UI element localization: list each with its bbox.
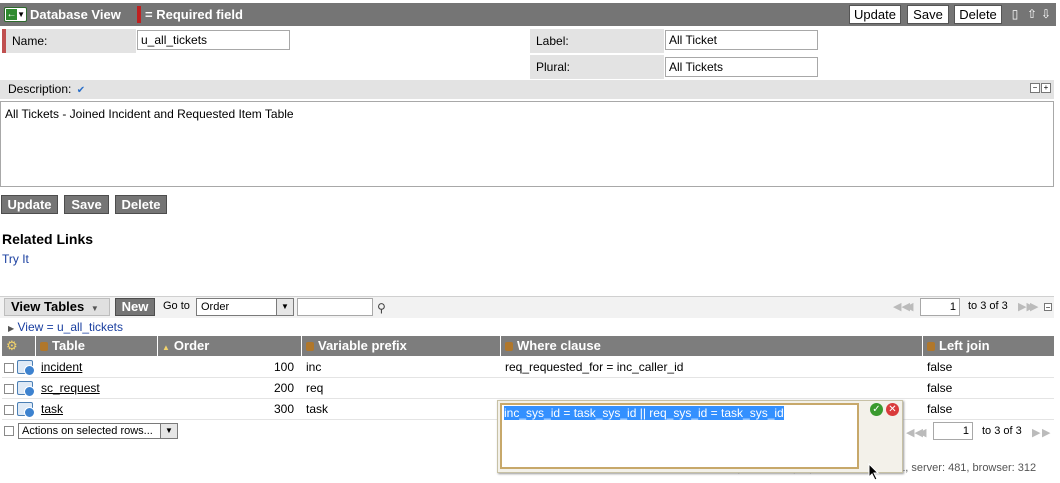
collapse-list-icon[interactable]: − (1044, 303, 1052, 312)
required-marker (137, 6, 141, 23)
label-field[interactable]: All Ticket (665, 30, 818, 50)
delete-button-top[interactable]: Delete (954, 5, 1002, 24)
row-prefix[interactable]: req (302, 378, 498, 399)
column-menu-icon (927, 342, 935, 352)
column-menu-icon (40, 342, 48, 352)
row-table-link[interactable]: sc_request (37, 378, 157, 399)
column-table[interactable]: Table (35, 336, 157, 356)
row-where-clause[interactable] (501, 378, 921, 399)
table-row: incident 100 inc req_requested_for = inc… (2, 357, 1054, 378)
save-button-top[interactable]: Save (907, 5, 949, 24)
column-where-clause[interactable]: Where clause (500, 336, 922, 356)
row-checkbox[interactable] (4, 363, 14, 373)
prev-page-icon[interactable]: ◀ (918, 426, 926, 439)
required-legend: = Required field (145, 7, 243, 22)
row-table-link[interactable]: incident (37, 357, 157, 378)
column-label: Left join (939, 338, 990, 353)
check-icon[interactable]: ✓ (870, 403, 883, 416)
row-order[interactable]: 200 (157, 378, 298, 399)
tab-label: View Tables (11, 299, 85, 314)
page-input[interactable]: 1 (920, 298, 960, 316)
plural-label: Plural: (530, 55, 664, 79)
tab-view-tables[interactable]: View Tables ▼ (4, 298, 110, 316)
breadcrumb-text: View = u_all_tickets (17, 320, 124, 334)
row-prefix[interactable]: task (302, 399, 498, 420)
row-checkbox[interactable] (4, 384, 14, 394)
up-arrow-icon[interactable]: ⇧ (1027, 7, 1037, 21)
delete-button[interactable]: Delete (115, 195, 167, 214)
row-checkbox[interactable] (4, 405, 14, 415)
update-button[interactable]: Update (1, 195, 58, 214)
row-prefix[interactable]: inc (302, 357, 498, 378)
goto-label: Go to (163, 300, 190, 312)
breadcrumb-arrow-icon: ▶ (8, 324, 15, 333)
goto-search-input[interactable] (297, 298, 373, 316)
page-total: to 3 of 3 (968, 300, 1008, 312)
actions-select[interactable]: Actions on selected rows... ▼ (18, 423, 178, 439)
table-header: ⚙ Table ▲ Order Variable prefix Where cla… (2, 336, 1054, 356)
name-field[interactable]: u_all_tickets (137, 30, 290, 50)
label-label: Label: (530, 29, 664, 53)
chevron-down-icon[interactable]: ▼ (160, 424, 177, 438)
collapse-icon[interactable]: − (1030, 83, 1040, 93)
record-info-icon[interactable] (17, 402, 35, 418)
row-order[interactable]: 300 (157, 399, 298, 420)
column-menu-icon (306, 342, 314, 352)
row-left-join[interactable]: false (923, 378, 1053, 399)
name-label: Name: (6, 29, 136, 53)
column-menu-icon (505, 342, 513, 352)
new-button[interactable]: New (115, 298, 155, 316)
record-info-icon[interactable] (17, 381, 35, 397)
goto-field-select[interactable]: Order ▼ (196, 298, 294, 316)
try-it-link[interactable]: Try It (2, 252, 29, 266)
where-clause-editor[interactable]: inc_sys_id = task_sys_id || req_sys_id =… (500, 403, 859, 469)
page-title: Database View (30, 7, 121, 22)
row-table-link[interactable]: task (37, 399, 157, 420)
column-label: Where clause (517, 338, 601, 353)
bottom-page-input[interactable]: 1 (933, 422, 973, 440)
last-page-icon[interactable]: ▶ (1042, 426, 1050, 439)
search-icon[interactable]: ⚲ (377, 301, 386, 315)
update-button-top[interactable]: Update (849, 5, 901, 24)
down-arrow-icon[interactable]: ⇩ (1041, 7, 1051, 21)
column-label: Table (52, 338, 85, 353)
mouse-cursor-icon (868, 463, 880, 481)
row-left-join[interactable]: false (923, 357, 1053, 378)
column-left-join[interactable]: Left join (922, 336, 1054, 356)
back-arrow-icon[interactable]: ← ▼ (4, 7, 27, 22)
chevron-down-icon[interactable]: ▼ (276, 299, 293, 315)
spell-check-icon[interactable]: ✔ (77, 85, 85, 96)
next-page-icon[interactable]: ▶ (1032, 426, 1040, 439)
row-order[interactable]: 100 (157, 357, 298, 378)
prev-page-icon[interactable]: ◀ (905, 300, 913, 313)
sort-ascending-icon: ▲ (162, 343, 170, 352)
form-header: ← ▼ Database View = Required field Update… (0, 3, 1056, 26)
breadcrumb[interactable]: ▶ View = u_all_tickets (8, 320, 123, 334)
description-bar: Description: ✔ − + (0, 80, 1054, 99)
settings-gear-icon[interactable]: ⚙ (2, 336, 35, 356)
expand-icon[interactable]: + (1041, 83, 1051, 93)
record-info-icon[interactable] (17, 360, 35, 376)
description-label: Description: (8, 82, 72, 96)
attachment-icon[interactable]: ▯ (1010, 7, 1020, 21)
plural-field[interactable]: All Tickets (665, 57, 818, 77)
select-all-checkbox[interactable] (4, 426, 14, 436)
bottom-page-total: to 3 of 3 (982, 425, 1022, 437)
last-page-icon[interactable]: ▶ (1030, 300, 1038, 313)
where-clause-editor-value: inc_sys_id = task_sys_id || req_sys_id =… (504, 406, 784, 420)
save-button[interactable]: Save (64, 195, 109, 214)
row-left-join[interactable]: false (923, 399, 1053, 420)
chevron-down-icon: ▼ (90, 304, 99, 313)
goto-field-value: Order (201, 301, 230, 313)
table-row: sc_request 200 req false (2, 378, 1054, 399)
column-label: Variable prefix (318, 338, 407, 353)
description-field[interactable]: All Tickets - Joined Incident and Reques… (0, 101, 1054, 187)
actions-select-value: Actions on selected rows... (22, 425, 153, 437)
column-variable-prefix[interactable]: Variable prefix (301, 336, 500, 356)
column-order[interactable]: ▲ Order (157, 336, 301, 356)
cancel-icon[interactable]: ✕ (886, 403, 899, 416)
column-label: Order (173, 338, 210, 353)
row-where-clause[interactable]: req_requested_for = inc_caller_id (501, 357, 921, 378)
related-links-title: Related Links (2, 231, 94, 247)
